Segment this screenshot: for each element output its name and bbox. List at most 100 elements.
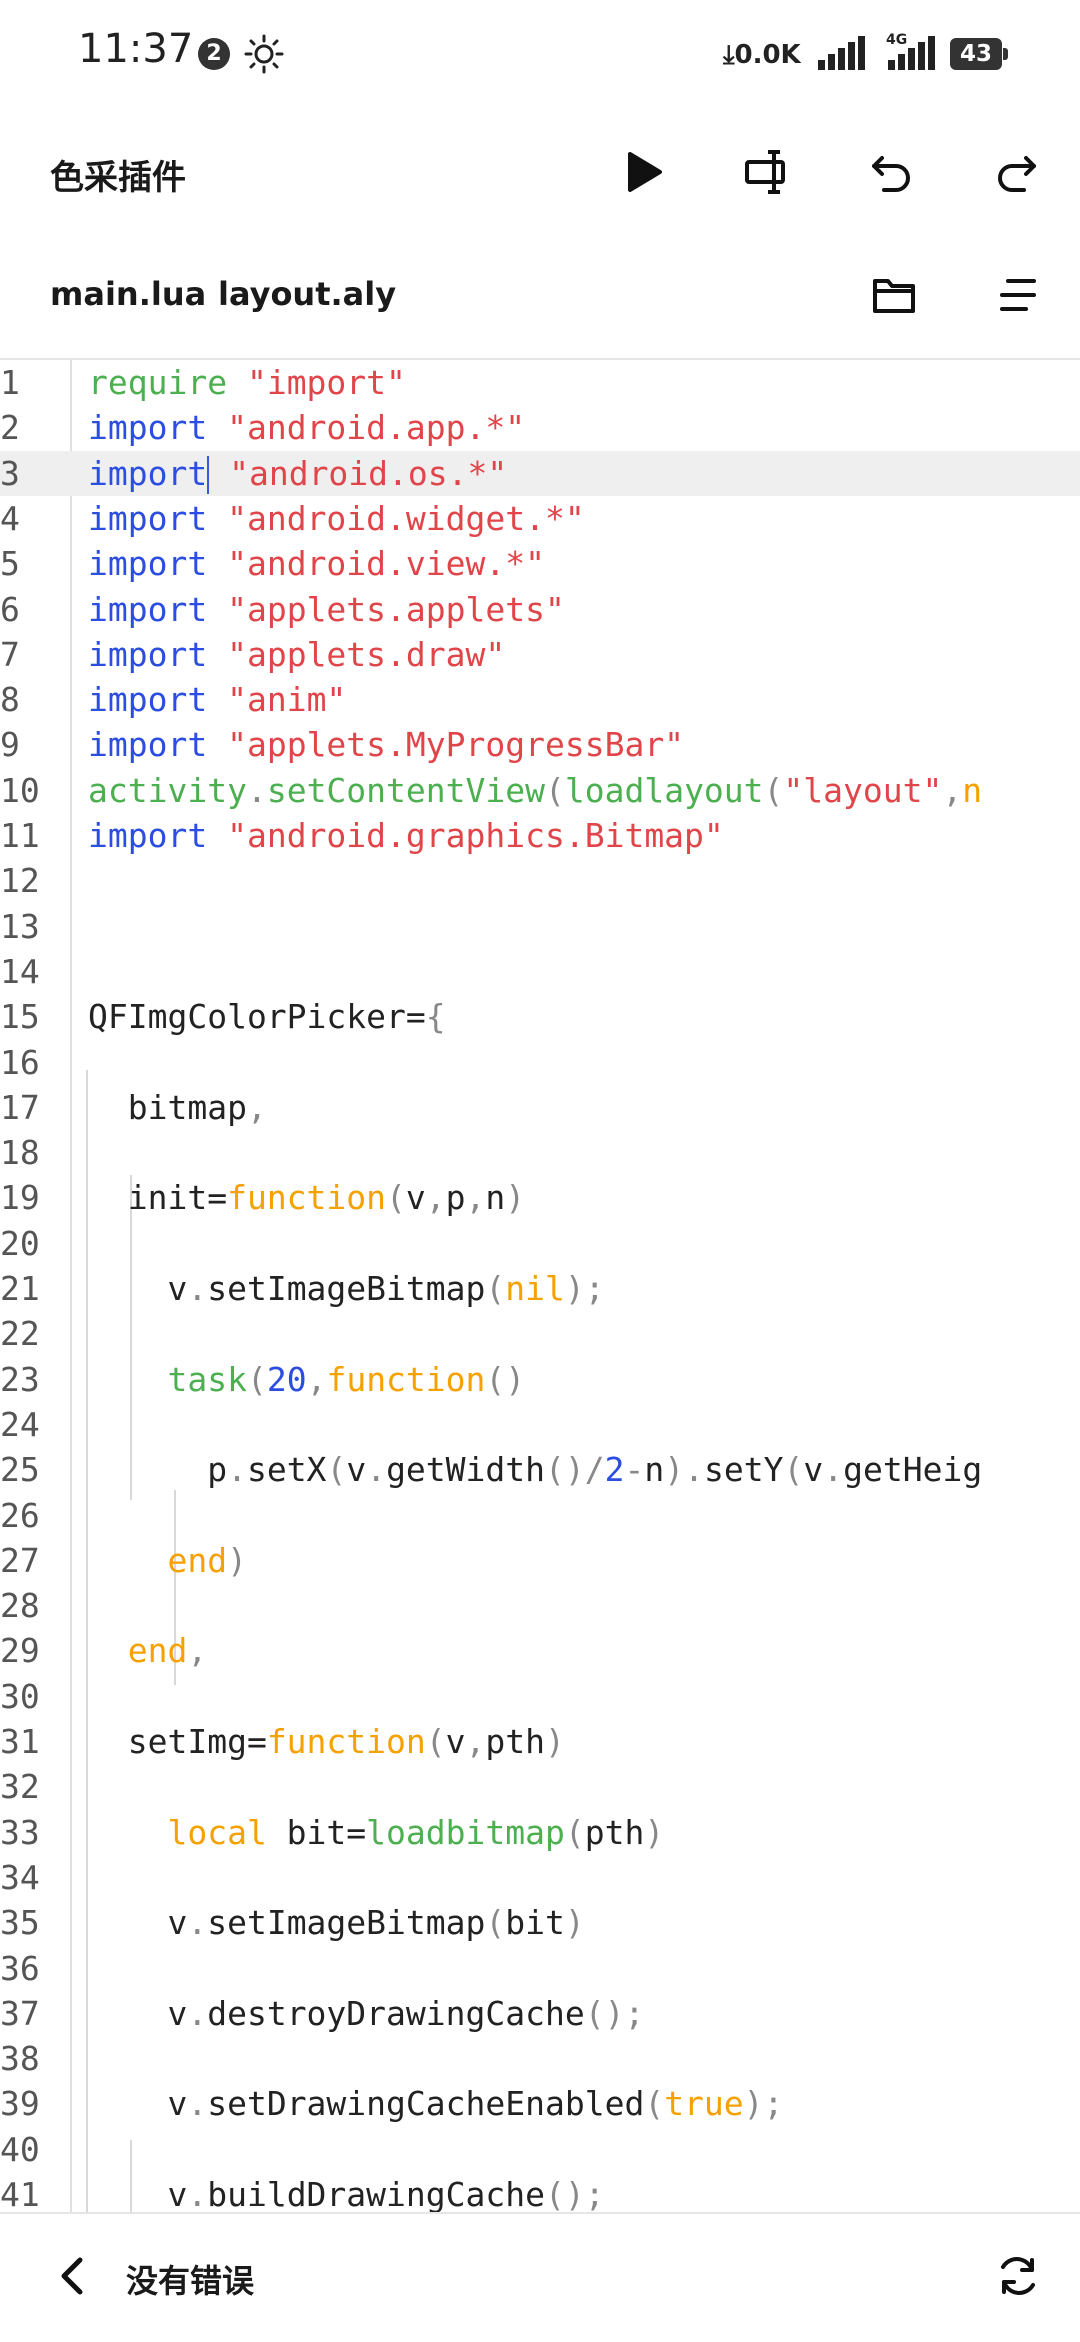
line-number: 40 bbox=[0, 2129, 40, 2169]
code-line[interactable]: 34 bbox=[0, 1855, 1080, 1900]
code-line[interactable]: 18 bbox=[0, 1130, 1080, 1175]
refresh-button[interactable] bbox=[986, 2244, 1050, 2308]
code-token: "android.view.*" bbox=[227, 544, 545, 584]
code-token: ( bbox=[326, 1450, 347, 1490]
redo-button[interactable] bbox=[984, 140, 1048, 204]
code-token: ( bbox=[763, 770, 784, 810]
line-number: 39 bbox=[0, 2084, 40, 2124]
line-number: 15 bbox=[0, 997, 40, 1037]
code-token: . bbox=[227, 1450, 247, 1490]
code-line[interactable]: 16 bbox=[0, 1040, 1080, 1085]
code-line[interactable]: 13 bbox=[0, 904, 1080, 949]
line-number: 27 bbox=[0, 1540, 40, 1580]
line-number: 33 bbox=[0, 1812, 40, 1852]
code-line[interactable]: 15 QFImgColorPicker={ bbox=[0, 994, 1080, 1039]
code-line[interactable]: 6 import "applets.applets" bbox=[0, 587, 1080, 632]
line-number: 36 bbox=[0, 1948, 40, 1988]
code-text: require "import" bbox=[88, 360, 406, 405]
code-token: v bbox=[88, 1903, 188, 1943]
code-line[interactable]: 21 v.setImageBitmap(nil); bbox=[0, 1266, 1080, 1311]
code-token: function bbox=[326, 1359, 486, 1399]
code-line[interactable]: 24 bbox=[0, 1402, 1080, 1447]
code-line[interactable]: 11 import "android.graphics.Bitmap" bbox=[0, 813, 1080, 858]
code-line[interactable]: 26 bbox=[0, 1493, 1080, 1538]
code-line[interactable]: 33 local bit=loadbitmap(pth) bbox=[0, 1810, 1080, 1855]
code-text: p.setX(v.getWidth()/2-n).setY(v.getHeig bbox=[88, 1447, 982, 1492]
code-text: import "android.os.*" bbox=[88, 451, 507, 496]
code-token: bit= bbox=[266, 1812, 367, 1852]
undo-button[interactable] bbox=[860, 140, 924, 204]
code-line[interactable]: 19 init=function(v,p,n) bbox=[0, 1175, 1080, 1220]
code-line[interactable]: 29 end, bbox=[0, 1628, 1080, 1673]
code-line[interactable]: 39 v.setDrawingCacheEnabled(true); bbox=[0, 2081, 1080, 2126]
code-token: ( bbox=[783, 1450, 804, 1490]
code-line[interactable]: 25 p.setX(v.getWidth()/2-n).setY(v.getHe… bbox=[0, 1447, 1080, 1492]
code-line[interactable]: 40 bbox=[0, 2127, 1080, 2172]
code-text: import "applets.draw" bbox=[88, 632, 505, 677]
code-line[interactable]: 2 import "android.app.*" bbox=[0, 405, 1080, 450]
menu-lines-icon bbox=[1000, 279, 1036, 311]
tab-layout-aly[interactable]: layout.aly bbox=[218, 275, 396, 313]
code-line[interactable]: 37 v.destroyDrawingCache(); bbox=[0, 1991, 1080, 2036]
code-line[interactable]: 28 bbox=[0, 1583, 1080, 1628]
text-cursor-button[interactable] bbox=[736, 140, 800, 204]
code-line[interactable]: 23 task(20,function() bbox=[0, 1357, 1080, 1402]
code-token: getWidth bbox=[386, 1450, 546, 1490]
code-line[interactable]: 31 setImg=function(v,pth) bbox=[0, 1719, 1080, 1764]
line-number: 5 bbox=[0, 544, 20, 584]
line-number: 12 bbox=[0, 861, 40, 901]
code-line[interactable]: 1 require "import" bbox=[0, 360, 1080, 405]
code-token: , bbox=[942, 770, 963, 810]
tab-main-lua[interactable]: main.lua bbox=[50, 275, 206, 313]
code-line[interactable]: 36 bbox=[0, 1946, 1080, 1991]
code-token: "applets.MyProgressBar" bbox=[227, 725, 685, 765]
line-number: 14 bbox=[0, 951, 40, 991]
code-token: end bbox=[88, 1631, 188, 1671]
code-token: ()/ bbox=[545, 1450, 605, 1490]
code-line[interactable]: 12 bbox=[0, 858, 1080, 903]
line-number: 16 bbox=[0, 1042, 40, 1082]
code-line[interactable]: 38 bbox=[0, 2036, 1080, 2081]
back-button[interactable] bbox=[40, 2244, 104, 2308]
code-line[interactable]: 17 bitmap, bbox=[0, 1085, 1080, 1130]
code-line[interactable]: 10 activity.setContentView(loadlayout("la… bbox=[0, 768, 1080, 813]
code-token: v bbox=[88, 2175, 188, 2212]
code-line[interactable]: 7 import "applets.draw" bbox=[0, 632, 1080, 677]
code-token: ) bbox=[564, 1903, 585, 1943]
code-editor[interactable]: 1 require "import" 2 import "android.app.*"… bbox=[0, 360, 1080, 2212]
code-line[interactable]: 20 bbox=[0, 1221, 1080, 1266]
code-token: "import" bbox=[246, 363, 406, 402]
code-line[interactable]: 9 import "applets.MyProgressBar" bbox=[0, 722, 1080, 767]
code-line[interactable]: 32 bbox=[0, 1764, 1080, 1809]
code-line[interactable]: 35 v.setImageBitmap(bit) bbox=[0, 1900, 1080, 1945]
code-text: task(20,function() bbox=[88, 1357, 525, 1402]
line-number: 29 bbox=[0, 1631, 40, 1671]
code-line[interactable]: 14 bbox=[0, 949, 1080, 994]
code-token: , bbox=[187, 1631, 208, 1671]
code-line[interactable]: 27 end) bbox=[0, 1538, 1080, 1583]
code-line[interactable]: 4 import "android.widget.*" bbox=[0, 496, 1080, 541]
code-token: v bbox=[88, 1993, 188, 2033]
code-line[interactable]: 30 bbox=[0, 1674, 1080, 1719]
line-number: 19 bbox=[0, 1178, 40, 1218]
menu-button[interactable] bbox=[986, 263, 1050, 327]
code-line[interactable]: 5 import "android.view.*" bbox=[0, 541, 1080, 586]
open-folder-button[interactable] bbox=[862, 263, 926, 327]
code-line[interactable]: 22 bbox=[0, 1311, 1080, 1356]
code-token: true bbox=[664, 2084, 744, 2124]
code-line[interactable]: 41 v.buildDrawingCache(); bbox=[0, 2172, 1080, 2212]
code-token: getHeig bbox=[843, 1450, 983, 1490]
code-line[interactable]: 8 import "anim" bbox=[0, 677, 1080, 722]
code-line[interactable]: 3 import "android.os.*" bbox=[0, 450, 1080, 496]
run-button[interactable] bbox=[612, 140, 676, 204]
code-token: setDrawingCacheEnabled bbox=[207, 2084, 645, 2124]
code-text: setImg=function(v,pth) bbox=[88, 1719, 565, 1764]
code-text: import "anim" bbox=[88, 677, 346, 722]
brightness-icon bbox=[244, 34, 284, 78]
code-token: import bbox=[88, 498, 208, 538]
code-text: v.setDrawingCacheEnabled(true); bbox=[88, 2081, 783, 2126]
